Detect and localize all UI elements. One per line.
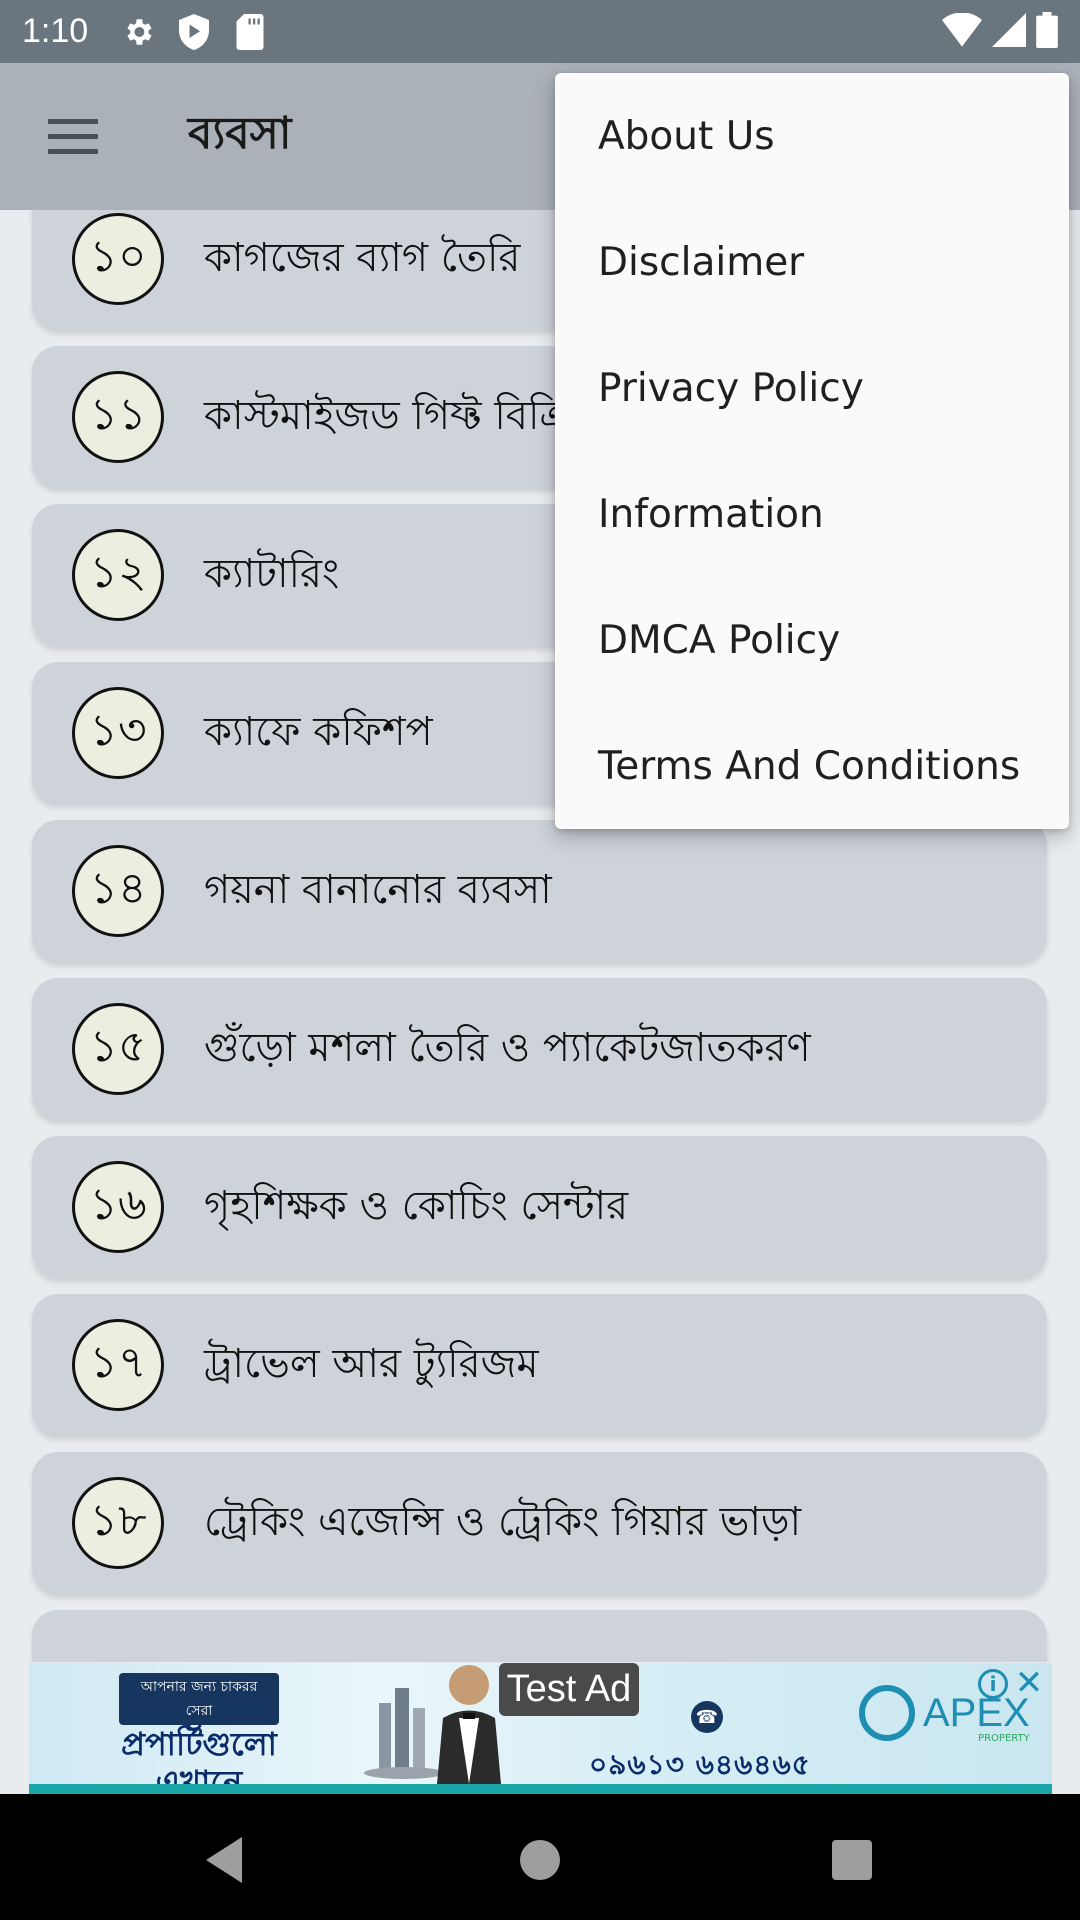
list-item-title: ক্যাটারিং (204, 550, 340, 597)
phone-icon: ☎ (691, 1701, 723, 1733)
menu-item-privacy-policy[interactable]: Privacy Policy (555, 325, 1069, 451)
close-icon[interactable]: ✕ (1014, 1664, 1044, 1702)
sd-card-icon (230, 12, 270, 52)
list-item-title: ক্যাফে কফিশপ (204, 708, 433, 755)
system-nav-bar (0, 1794, 1080, 1920)
number-badge: ১৮ (72, 1477, 164, 1569)
ad-phone-number: ০৯৬১৩ ৬৪৬৪৬৫ (589, 1748, 811, 1781)
list-item-partial[interactable] (32, 1610, 1047, 1662)
battery-icon (1036, 11, 1058, 52)
number-badge: ১৫ (72, 1003, 164, 1095)
ad-stripe (29, 1784, 1052, 1794)
ad-headline-block: আপনার জন্য চাকরর সেরা প্রপার্টিগুলো এখান… (119, 1673, 279, 1794)
home-icon[interactable] (510, 1830, 570, 1890)
wifi-icon (942, 11, 982, 51)
ad-banner[interactable]: আপনার জন্য চাকরর সেরা প্রপার্টিগুলো এখান… (29, 1663, 1052, 1794)
status-bar: 1:10 (0, 0, 1080, 63)
page-title: ব্যবসা (188, 108, 292, 159)
menu-item-disclaimer[interactable]: Disclaimer (555, 199, 1069, 325)
ad-brand-sub: PROPERTY (978, 1733, 1030, 1744)
list-item[interactable]: ১৫ গুঁড়ো মশলা তৈরি ও প্যাকেটজাতকরণ (32, 978, 1047, 1120)
number-badge: ১২ (72, 529, 164, 621)
list-item-title: গুঁড়ো মশলা তৈরি ও প্যাকেটজাতকরণ (204, 1024, 811, 1071)
back-icon[interactable] (196, 1830, 256, 1890)
gear-icon (118, 12, 158, 52)
ad-headline-1: প্রপার্টিগুলো (121, 1725, 277, 1763)
menu-item-dmca-policy[interactable]: DMCA Policy (555, 577, 1069, 703)
apex-logo-icon (859, 1685, 915, 1741)
number-badge: ১৬ (72, 1161, 164, 1253)
recents-icon[interactable] (822, 1830, 882, 1890)
overflow-menu: About Us Disclaimer Privacy Policy Infor… (555, 73, 1069, 829)
number-badge: ১০ (72, 213, 164, 305)
list-item-title: গৃহশিক্ষক ও কোচিং সেন্টার (204, 1182, 629, 1229)
list-item[interactable]: ১৭ ট্রাভেল আর ট্যুরিজম (32, 1294, 1047, 1436)
list-item-title: ট্রেকিং এজেন্সি ও ট্রেকিং গিয়ার ভাড়া (204, 1498, 802, 1545)
number-badge: ১১ (72, 371, 164, 463)
list-item-title: কাগজের ব্যাগ তৈরি (204, 234, 521, 281)
hamburger-menu-icon[interactable] (36, 100, 110, 174)
number-badge: ১৪ (72, 845, 164, 937)
ad-tagline: আপনার জন্য চাকরর সেরা (119, 1673, 279, 1725)
info-icon[interactable]: i (978, 1669, 1008, 1699)
list-item-title: গয়না বানানোর ব্যবসা (204, 866, 552, 913)
list-item-title: কাস্টমাইজড গিফ্ট বিক্রি (204, 392, 573, 439)
menu-item-about-us[interactable]: About Us (555, 73, 1069, 199)
number-badge: ১৩ (72, 687, 164, 779)
number-badge: ১৭ (72, 1319, 164, 1411)
list-item[interactable]: ১৮ ট্রেকিং এজেন্সি ও ট্রেকিং গিয়ার ভাড়… (32, 1452, 1047, 1594)
list-item-title: ট্রাভেল আর ট্যুরিজম (204, 1340, 539, 1387)
list-item[interactable]: ১৪ গয়না বানানোর ব্যবসা (32, 820, 1047, 962)
menu-item-information[interactable]: Information (555, 451, 1069, 577)
test-ad-label: Test Ad (499, 1663, 639, 1716)
status-time: 1:10 (22, 12, 89, 50)
menu-item-terms-and-conditions[interactable]: Terms And Conditions (555, 703, 1069, 829)
cellular-signal-icon (992, 12, 1026, 51)
list-item[interactable]: ১৬ গৃহশিক্ষক ও কোচিং সেন্টার (32, 1136, 1047, 1278)
shield-play-icon (174, 12, 214, 52)
